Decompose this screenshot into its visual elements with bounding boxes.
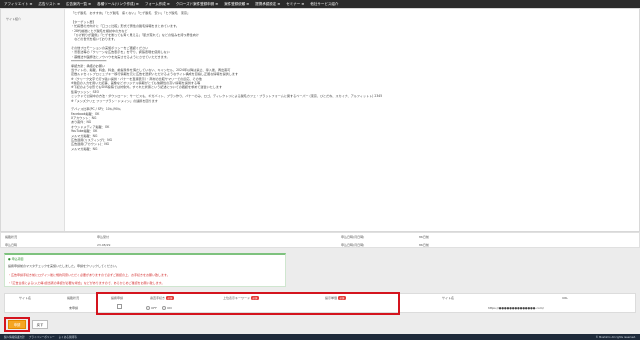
notice-warning: ・広告申請手続き前にログイン後に規約同意いただく必要がありますので必ずご確認の上…: [8, 273, 170, 277]
nav-menu-item[interactable]: 広告案内一覧 ≡: [66, 2, 91, 7]
required-badge: 必須: [338, 296, 346, 300]
footer-link[interactable]: プライバシーポリシー: [29, 335, 55, 339]
metric-label: 申込日時: [5, 243, 18, 247]
nav-menu-item[interactable]: 提携承認設定 ≡: [255, 2, 280, 7]
site-detail-panel: サイト紹介 「ヒゲ脱毛 おすすめ」「ヒゲ脱毛 痛くない」「ヒゲ脱毛 安い」「ヒゲ…: [0, 8, 640, 232]
label-column: サイト紹介: [1, 9, 65, 231]
nav-menu-item[interactable]: 各種ツール(リンク作成) ≡: [97, 2, 139, 7]
review-off-radio[interactable]: [146, 306, 150, 310]
application-table: サイト名 掲載状況 提携申請 審査手続き 必須 上位表示キーワード 必須 提示単価必…: [4, 293, 636, 313]
column-header: 審査手続き 必須: [150, 296, 174, 300]
nav-menu-item[interactable]: クローズド案件登録申請 ≡: [176, 2, 218, 7]
required-badge: 必須: [166, 296, 174, 300]
footer: 個人情報保護方針 プライバシーポリシー よくある質問等 © Moshimo Al…: [0, 334, 640, 340]
application-notice: ● 申込項目 提携申請前のマスタチェックを実施いたしました。申請をクリックしてく…: [4, 253, 286, 287]
nav-menu-item[interactable]: フォーム作成 ≡: [145, 2, 170, 7]
column-header-label: 提示単価: [325, 296, 338, 300]
nav-menu-item[interactable]: セミナー ≡: [286, 2, 304, 7]
metric-value: 86日前: [419, 243, 429, 247]
apply-checkbox[interactable]: [117, 304, 122, 309]
metric-label: 申込日時(月日時): [341, 243, 365, 247]
notice-text: 提携申請前のマスタチェックを実施いたしました。申請をクリックしてください。: [8, 264, 119, 268]
copyright-text: © Moshimo All rights reserved.: [595, 335, 636, 339]
review-on-radio[interactable]: [162, 306, 166, 310]
column-header: 提携申請: [111, 296, 124, 300]
status-metrics: 掲載状況 申込受付 申込日時(月日時) 86日前 申込日時 23.08/29 申…: [0, 232, 640, 248]
site-url-link[interactable]: https://●●●●●●●●●●●●●●.com/: [488, 306, 544, 310]
nav-menu-item[interactable]: 案件登録依頼 ≡: [224, 2, 249, 7]
column-header-label: 審査手続き: [150, 296, 166, 300]
column-header: 提示単価 必須: [325, 296, 346, 300]
back-button[interactable]: 戻す: [32, 320, 48, 329]
metric-label: 申込日時(月日時): [341, 235, 365, 239]
metric-value: 23.08/29: [97, 243, 111, 247]
column-header: URL: [562, 296, 568, 300]
nav-menu-item[interactable]: アフィリエイト ≡: [4, 2, 32, 7]
column-header: 上位表示キーワード 必須: [223, 296, 259, 300]
column-header-label: 上位表示キーワード: [223, 296, 251, 300]
metric-label: 掲載状況: [5, 235, 18, 239]
column-header: サイト名: [442, 296, 455, 300]
field-label: サイト紹介: [6, 17, 22, 21]
metric-value: 86日前: [419, 235, 429, 239]
nav-menu-item[interactable]: 広告リスト ≡: [38, 2, 60, 7]
radio-label-on: ON: [167, 306, 172, 310]
column-header: サイト名: [19, 296, 32, 300]
footer-link[interactable]: よくある質問等: [59, 335, 77, 339]
description-line: メルマガ掲載：NG: [71, 146, 98, 151]
footer-link[interactable]: 個人情報保護方針: [4, 335, 25, 339]
nav-menu-item[interactable]: 他社サービス紹介: [310, 2, 338, 7]
metric-value: 申込受付: [97, 235, 110, 239]
top-navigation: アフィリエイト ≡ 広告リスト ≡ 広告案内一覧 ≡ 各種ツール(リンク作成) ≡ フォ…: [0, 0, 640, 8]
application-status: 未申請: [69, 306, 79, 310]
notice-warning: ・「広告主様による(入力等)担当者の承認が必要な場合」などがありますので、あらか…: [8, 281, 165, 285]
radio-label-off: OFF: [151, 306, 157, 310]
notice-title: ● 申込項目: [8, 257, 24, 261]
column-header: 掲載状況: [67, 296, 80, 300]
submit-application-button[interactable]: 申請: [8, 320, 26, 329]
required-badge: 必須: [251, 296, 259, 300]
site-description: 「ヒゲ脱毛 おすすめ」「ヒゲ脱毛 痛くない」「ヒゲ脱毛 安い」「ヒゲ脱毛 東京」…: [71, 11, 491, 151]
